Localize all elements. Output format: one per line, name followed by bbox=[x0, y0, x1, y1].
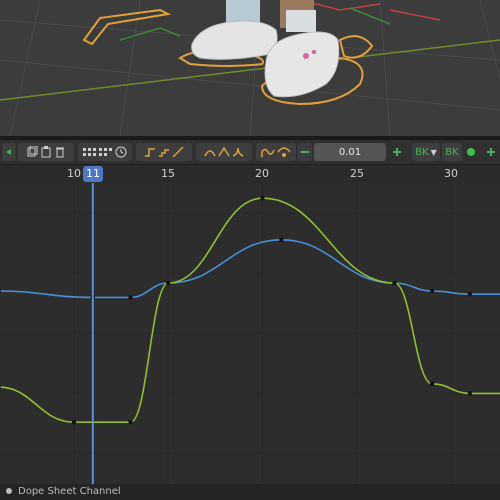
bake-dropdown[interactable]: BK ▼ bbox=[412, 143, 440, 161]
frame-tick-label: 10 bbox=[67, 167, 81, 180]
stepped-interp-icon bbox=[159, 149, 169, 157]
channel-tools-group[interactable] bbox=[18, 143, 74, 161]
collapse-arrow-icon[interactable] bbox=[2, 143, 16, 161]
keyframe-point[interactable] bbox=[430, 289, 435, 293]
frame-tick-label: 25 bbox=[350, 167, 364, 180]
status-text: Dope Sheet Channel bbox=[18, 486, 121, 497]
keyframe-point[interactable] bbox=[0, 385, 1, 389]
fcurve-2[interactable] bbox=[0, 197, 500, 423]
delete-icon bbox=[56, 147, 64, 158]
status-icon bbox=[6, 488, 12, 494]
ease-sharp-icon bbox=[232, 147, 244, 157]
fcurve-1[interactable] bbox=[0, 238, 500, 299]
keyframe-point[interactable] bbox=[128, 420, 133, 425]
keyframe-point[interactable] bbox=[128, 295, 133, 300]
keyframe-dots-alt-icon bbox=[99, 148, 112, 156]
frame-tick-label: 15 bbox=[161, 167, 175, 180]
interpolation-group[interactable] bbox=[136, 143, 192, 161]
easing-group[interactable] bbox=[196, 143, 252, 161]
bake-button[interactable]: BK bbox=[442, 143, 462, 161]
keyframe-type-group[interactable] bbox=[256, 143, 296, 161]
current-frame-indicator[interactable]: 11 bbox=[83, 166, 103, 182]
keyframe-point[interactable] bbox=[392, 281, 397, 285]
minus-icon bbox=[301, 151, 309, 153]
record-indicator-icon[interactable] bbox=[464, 143, 478, 161]
keyframe-point[interactable] bbox=[279, 237, 284, 242]
ease-in-out-icon bbox=[204, 150, 216, 157]
fcurve-graph[interactable] bbox=[0, 183, 500, 484]
constant-interp-icon bbox=[145, 148, 155, 157]
keyframe-point[interactable] bbox=[260, 196, 265, 201]
increment-button[interactable] bbox=[388, 143, 406, 161]
paste-icon bbox=[41, 146, 51, 158]
increment-value-field[interactable]: 0.01 bbox=[314, 143, 386, 161]
keyframe-dots-icon bbox=[83, 148, 96, 156]
bake-label: BK bbox=[415, 146, 429, 158]
decrement-button[interactable] bbox=[298, 143, 312, 161]
graph-editor-toolbar: 0.01 BK ▼ BK bbox=[0, 140, 500, 165]
linear-interp-icon bbox=[172, 146, 184, 158]
clock-icon bbox=[115, 146, 127, 158]
3d-viewport[interactable] bbox=[0, 0, 500, 136]
keyframe-point[interactable] bbox=[467, 391, 472, 396]
plus-extra-icon[interactable] bbox=[484, 143, 498, 161]
frame-tick-label: 20 bbox=[255, 167, 269, 180]
frame-tick-label: 30 bbox=[444, 167, 458, 180]
keyframe-point[interactable] bbox=[72, 420, 76, 425]
copy-icon bbox=[27, 146, 38, 157]
plus-icon bbox=[393, 148, 401, 156]
keyframe-point[interactable] bbox=[0, 289, 1, 293]
status-bar: Dope Sheet Channel bbox=[0, 484, 500, 500]
keyframe-bezier-icon bbox=[261, 148, 275, 157]
graph-editor-area[interactable] bbox=[0, 183, 500, 484]
ease-peak-icon bbox=[218, 146, 230, 157]
keyframe-point[interactable] bbox=[430, 381, 435, 386]
keyframe-handles-icon bbox=[277, 147, 291, 157]
chevron-down-icon: ▼ bbox=[430, 147, 437, 157]
keyframe-point[interactable] bbox=[467, 292, 472, 297]
frame-ruler[interactable]: 10 15 20 25 30 bbox=[0, 165, 500, 184]
keyframe-point[interactable] bbox=[166, 281, 171, 285]
snapping-tools-group[interactable] bbox=[78, 143, 132, 161]
bake-label-2: BK bbox=[445, 146, 459, 158]
